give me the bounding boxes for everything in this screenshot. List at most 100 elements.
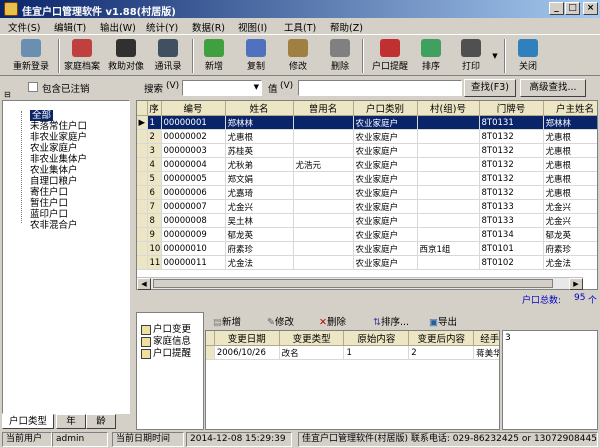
tree-node[interactable]: 农业家庭户 — [30, 143, 78, 154]
column-header[interactable]: 户口类别 — [353, 101, 418, 116]
column-header[interactable]: 经手人 — [473, 331, 499, 346]
table-cell[interactable]: 尤金法 — [225, 255, 294, 270]
table-cell[interactable]: 尤金兴 — [543, 199, 597, 214]
tree-node[interactable]: 暂住户口 — [30, 198, 68, 209]
menu-file[interactable]: 文件(S) — [8, 20, 40, 34]
horizontal-scrollbar[interactable]: ◀ ▶ — [137, 277, 583, 290]
table-cell[interactable]: 农业家庭户 — [353, 171, 418, 186]
table-row[interactable]: 10 00000010 府素珍 农业家庭户 西京1组 8T0101 府素珍 — [137, 241, 597, 256]
table-cell[interactable]: 10 — [147, 241, 162, 256]
table-cell[interactable]: 6 — [147, 185, 162, 200]
table-cell[interactable]: 府素珍 — [543, 241, 597, 256]
table-cell[interactable]: 00000008 — [161, 213, 226, 228]
table-cell[interactable]: 尤金兴 — [543, 213, 597, 228]
table-cell[interactable]: 农业家庭户 — [353, 227, 418, 242]
family-file-button[interactable]: 家庭档案 — [62, 37, 102, 75]
tree-node[interactable]: 寄住户口 — [30, 187, 68, 198]
column-header[interactable]: 门牌号 — [479, 101, 544, 116]
table-cell[interactable]: 郑林林 — [225, 115, 294, 130]
table-cell[interactable]: 尤金法 — [543, 255, 597, 270]
close-window-button[interactable]: × — [583, 2, 598, 15]
maximize-button[interactable]: □ — [565, 2, 580, 15]
table-cell[interactable]: 8T0132 — [479, 185, 544, 200]
table-cell[interactable]: 尤惠根 — [225, 129, 294, 144]
table-cell[interactable] — [417, 157, 480, 172]
close-button[interactable]: 关闭 — [512, 37, 544, 75]
column-header[interactable]: 变更类型 — [279, 331, 345, 346]
table-cell[interactable] — [417, 255, 480, 270]
table-cell[interactable]: 1 — [343, 345, 410, 360]
table-row[interactable]: ▶ 1 00000001 郑林林 农业家庭户 8T0131 郑林林 — [137, 115, 597, 130]
table-cell[interactable]: 尤惠根 — [543, 157, 597, 172]
table-cell[interactable]: 5 — [147, 171, 162, 186]
table-cell[interactable] — [293, 185, 354, 200]
menu-tools[interactable]: 工具(T) — [284, 20, 316, 34]
search-field-select[interactable]: ▼ — [182, 80, 262, 96]
table-cell[interactable] — [417, 115, 480, 130]
table-cell[interactable] — [417, 213, 480, 228]
table-cell[interactable]: 农业家庭户 — [353, 241, 418, 256]
table-cell[interactable]: 7 — [147, 199, 162, 214]
tree-node[interactable]: 自理口粮户 — [30, 176, 78, 187]
table-row[interactable]: 2006/10/26 改名 1 2 蒋美华 — [206, 345, 499, 360]
table-cell[interactable]: 9 — [147, 227, 162, 242]
relogin-button[interactable]: 重新登录 — [10, 37, 52, 75]
table-cell[interactable]: 农业家庭户 — [353, 115, 418, 130]
table-cell[interactable]: 00000006 — [161, 185, 226, 200]
table-cell[interactable]: 00000011 — [161, 255, 226, 270]
table-cell[interactable] — [293, 241, 354, 256]
tree-node[interactable]: 未落常住户口 — [30, 121, 87, 132]
table-row[interactable]: 5 00000005 郑文娟 农业家庭户 8T0132 尤惠根 — [137, 171, 597, 186]
detail-add-button[interactable]: ▤新增 — [213, 314, 241, 328]
tree-node[interactable]: 农非混合户 — [30, 220, 78, 231]
column-header[interactable]: 变更日期 — [214, 331, 280, 346]
detail-sort-button[interactable]: ⇅排序... — [373, 314, 409, 328]
edit-button[interactable]: 修改 — [282, 37, 314, 75]
table-cell[interactable]: 8T0133 — [479, 199, 544, 214]
table-cell[interactable]: 吴土林 — [225, 213, 294, 228]
table-cell[interactable]: 尤惠根 — [543, 129, 597, 144]
column-header[interactable]: 姓名 — [225, 101, 294, 116]
table-cell[interactable]: 8T0134 — [479, 227, 544, 242]
table-cell[interactable]: 尤浩元 — [293, 157, 354, 172]
table-cell[interactable]: 00000001 — [161, 115, 226, 130]
table-cell[interactable]: 11 — [147, 255, 162, 270]
memo-area[interactable]: 3 — [502, 330, 598, 430]
tab-age[interactable]: 龄 — [86, 414, 116, 429]
column-header[interactable]: 编号 — [161, 101, 226, 116]
table-cell[interactable]: 农业家庭户 — [353, 185, 418, 200]
table-cell[interactable] — [293, 129, 354, 144]
table-cell[interactable]: 00000004 — [161, 157, 226, 172]
add-button[interactable]: 新增 — [198, 37, 230, 75]
table-cell[interactable] — [293, 115, 354, 130]
nav-reminder[interactable]: 户口提醒 — [141, 345, 191, 359]
table-cell[interactable]: 农业家庭户 — [353, 199, 418, 214]
table-cell[interactable]: 郑文娟 — [225, 171, 294, 186]
table-row[interactable]: 6 00000006 尤嘉琦 农业家庭户 8T0132 尤惠根 — [137, 185, 597, 200]
table-cell[interactable]: 00000005 — [161, 171, 226, 186]
table-cell[interactable]: 蒋美华 — [473, 345, 499, 360]
menu-output[interactable]: 输出(W) — [100, 20, 136, 34]
column-header[interactable]: 曾用名 — [293, 101, 354, 116]
menu-help[interactable]: 帮助(Z) — [330, 20, 363, 34]
table-cell[interactable] — [293, 227, 354, 242]
table-cell[interactable]: 农业家庭户 — [353, 143, 418, 158]
detail-delete-button[interactable]: ✕删除 — [319, 314, 346, 328]
table-cell[interactable] — [293, 213, 354, 228]
table-cell[interactable] — [417, 143, 480, 158]
table-cell[interactable] — [293, 255, 354, 270]
detail-edit-button[interactable]: ✎修改 — [267, 314, 294, 328]
aid-people-button[interactable]: 救助对像 — [106, 37, 146, 75]
find-button[interactable]: 查找(F3) — [464, 79, 516, 97]
column-header[interactable]: 原始内容 — [343, 331, 410, 346]
table-cell[interactable]: 郁龙英 — [225, 227, 294, 242]
scroll-right-icon[interactable]: ▶ — [569, 278, 583, 290]
scroll-left-icon[interactable]: ◀ — [137, 278, 151, 290]
table-cell[interactable]: 尤惠根 — [543, 143, 597, 158]
table-cell[interactable]: 郁龙英 — [543, 227, 597, 242]
tree-node[interactable]: 蓝印户口 — [30, 209, 68, 220]
column-header[interactable]: 序 — [147, 101, 162, 116]
tree-node[interactable]: 非农业集体户 — [30, 154, 87, 165]
table-cell[interactable] — [417, 171, 480, 186]
table-cell[interactable] — [417, 185, 480, 200]
